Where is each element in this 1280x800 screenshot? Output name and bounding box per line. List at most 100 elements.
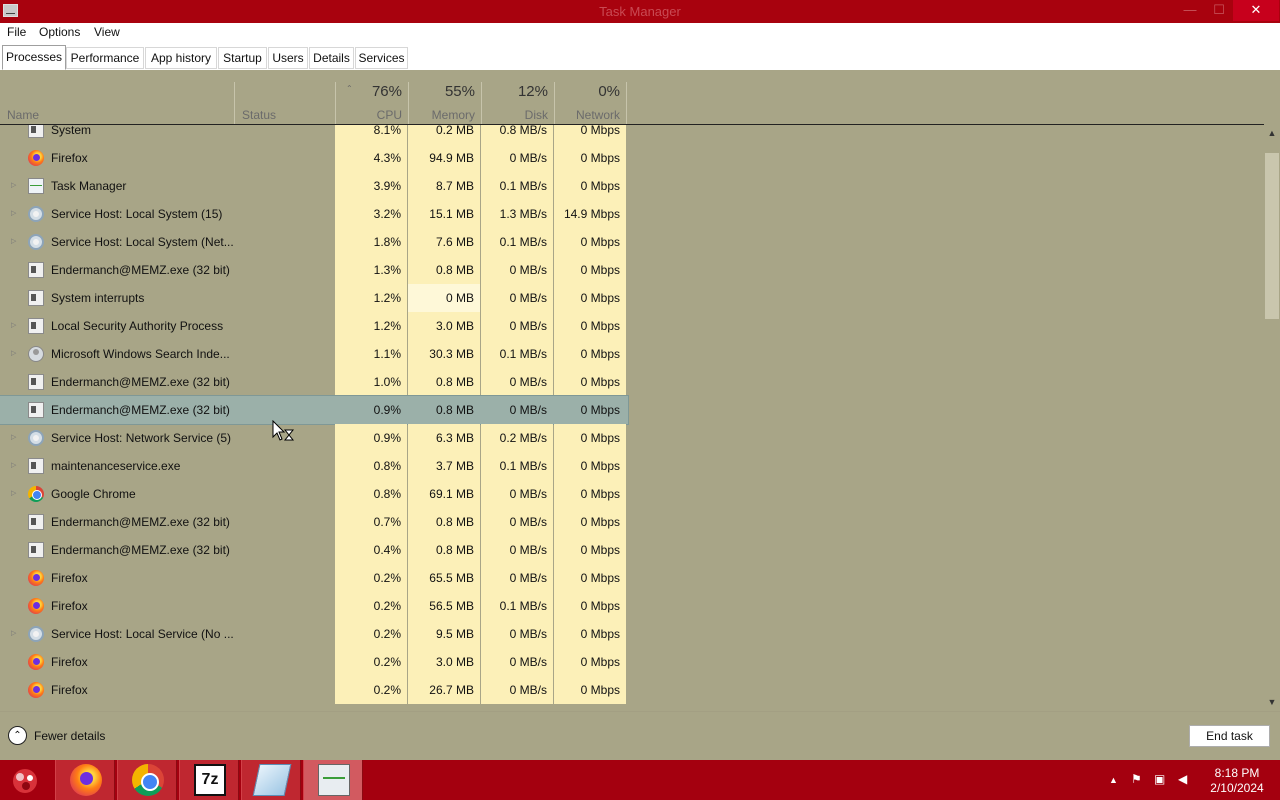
process-row[interactable]: Endermanch@MEMZ.exe (32 bit) 1.0% 0.8 MB 0 … <box>0 368 628 396</box>
chevron-up-icon[interactable]: ⌃ <box>8 726 27 745</box>
tab-processes[interactable]: Processes <box>2 45 66 70</box>
taskbar-7zip-button[interactable]: 7z <box>179 760 239 800</box>
tray-chevron-up-icon[interactable]: ▲ <box>1109 775 1118 785</box>
process-row[interactable]: Firefox 0.2% 65.5 MB 0 MB/s 0 Mbps <box>0 564 628 592</box>
memory-value: 3.0 MB <box>408 312 480 340</box>
process-row[interactable]: Endermanch@MEMZ.exe (32 bit) 0.4% 0.8 MB 0 … <box>0 536 628 564</box>
expand-arrow-icon[interactable]: ▷ <box>11 340 21 368</box>
disk-value: 0 MB/s <box>481 536 553 564</box>
process-row[interactable]: Firefox 0.2% 3.0 MB 0 MB/s 0 Mbps <box>0 648 628 676</box>
start-button-icon[interactable] <box>8 766 42 796</box>
expand-arrow-icon[interactable]: ▷ <box>11 312 21 340</box>
scroll-thumb[interactable] <box>1265 153 1279 319</box>
process-row[interactable]: ▷ Microsoft Windows Search Inde... 1.1% 30.… <box>0 340 628 368</box>
action-center-flag-icon[interactable]: ⚑ <box>1131 772 1142 786</box>
network-value: 0 Mbps <box>554 424 626 452</box>
taskbar-notepad-button[interactable] <box>241 760 301 800</box>
cpu-value: 1.1% <box>335 340 407 368</box>
end-task-button[interactable]: End task <box>1189 725 1270 747</box>
column-status[interactable]: Status <box>234 82 335 124</box>
gear-icon <box>28 626 44 642</box>
cpu-value: 1.3% <box>335 256 407 284</box>
taskbar-task-manager-button[interactable] <box>303 760 363 800</box>
process-row[interactable]: Endermanch@MEMZ.exe (32 bit) 0.9% 0.8 MB 0 … <box>0 395 629 425</box>
maximize-button[interactable]: ☐ <box>1205 0 1233 21</box>
vertical-scrollbar[interactable]: ▲ ▼ <box>1264 125 1280 711</box>
process-row[interactable]: Endermanch@MEMZ.exe (32 bit) 1.3% 0.8 MB 0 … <box>0 256 628 284</box>
volume-muted-icon[interactable]: ◀ <box>1178 772 1187 786</box>
process-name: Service Host: Local System (Net... <box>51 235 234 249</box>
process-row[interactable]: ▷ Google Chrome 0.8% 69.1 MB 0 MB/s 0 Mbps <box>0 480 628 508</box>
memory-value: 0.8 MB <box>408 368 480 396</box>
tab-startup[interactable]: Startup <box>218 47 267 69</box>
expand-arrow-icon[interactable]: ▷ <box>11 228 21 256</box>
tab-details[interactable]: Details <box>309 47 354 69</box>
memory-value: 0.8 MB <box>408 256 480 284</box>
clock[interactable]: 8:18 PM 2/10/2024 <box>1202 766 1272 796</box>
disk-value: 0 MB/s <box>481 564 553 592</box>
column-memory[interactable]: 55% Memory <box>408 82 481 124</box>
scroll-up-arrow-icon[interactable]: ▲ <box>1264 125 1280 142</box>
menu-view[interactable]: View <box>94 25 120 39</box>
column-network[interactable]: 0% Network <box>554 82 627 124</box>
scroll-down-arrow-icon[interactable]: ▼ <box>1264 694 1280 711</box>
cpu-column-label: CPU <box>376 108 402 122</box>
process-row[interactable]: ▷ Service Host: Network Service (5) 0.9% 6.… <box>0 424 628 452</box>
expand-arrow-icon[interactable]: ▷ <box>11 172 21 200</box>
notepad-icon <box>252 764 292 796</box>
expand-arrow-icon[interactable]: ▷ <box>11 424 21 452</box>
process-row[interactable]: System interrupts 1.2% 0 MB 0 MB/s 0 Mbps <box>0 284 628 312</box>
cpu-value: 1.2% <box>335 312 407 340</box>
network-value: 0 Mbps <box>554 620 626 648</box>
disk-value: 0 MB/s <box>481 368 553 396</box>
column-cpu[interactable]: ⌃ 76% CPU <box>335 82 408 124</box>
disk-value: 0.8 MB/s <box>481 125 553 144</box>
menu-options[interactable]: Options <box>39 25 80 39</box>
cpu-value: 3.2% <box>335 200 407 228</box>
process-row[interactable]: ▷ Service Host: Local System (15) 3.2% 15.1… <box>0 200 628 228</box>
cpu-value: 0.4% <box>335 536 407 564</box>
process-name: Firefox <box>51 151 88 165</box>
process-row[interactable]: ▷ Service Host: Local Service (No ... 0.2%… <box>0 620 628 648</box>
memory-value: 94.9 MB <box>408 144 480 172</box>
network-value: 0 Mbps <box>554 256 626 284</box>
column-disk[interactable]: 12% Disk <box>481 82 554 124</box>
disk-value: 0.1 MB/s <box>481 172 553 200</box>
tab-performance[interactable]: Performance <box>66 47 144 69</box>
process-name: Endermanch@MEMZ.exe (32 bit) <box>51 515 230 529</box>
memory-value: 0.8 MB <box>408 396 480 424</box>
process-name: Firefox <box>51 599 88 613</box>
network-value: 0 Mbps <box>554 536 626 564</box>
process-row[interactable]: System 8.1% 0.2 MB 0.8 MB/s 0 Mbps <box>0 125 628 144</box>
process-row[interactable]: Firefox 0.2% 56.5 MB 0.1 MB/s 0 Mbps <box>0 592 628 620</box>
expand-arrow-icon[interactable]: ▷ <box>11 200 21 228</box>
fewer-details-link[interactable]: Fewer details <box>34 729 105 743</box>
tab-app-history[interactable]: App history <box>145 47 217 69</box>
process-row[interactable]: ▷ maintenanceservice.exe 0.8% 3.7 MB 0.1 MB/… <box>0 452 628 480</box>
close-button[interactable]: ✕ <box>1233 0 1279 21</box>
menu-file[interactable]: File <box>7 25 26 39</box>
process-row[interactable]: Firefox 0.2% 26.7 MB 0 MB/s 0 Mbps <box>0 676 628 704</box>
taskbar-firefox-button[interactable] <box>55 760 115 800</box>
cpu-value: 0.8% <box>335 452 407 480</box>
minimize-button[interactable]: — <box>1176 0 1204 21</box>
column-name[interactable]: Name <box>0 82 235 124</box>
expand-arrow-icon[interactable]: ▷ <box>11 480 21 508</box>
firefox-icon <box>28 654 44 670</box>
network-icon[interactable]: ▣ <box>1154 772 1165 786</box>
window-icon <box>28 542 44 558</box>
process-row[interactable]: Firefox 4.3% 94.9 MB 0 MB/s 0 Mbps <box>0 144 628 172</box>
process-row[interactable]: ▷ Service Host: Local System (Net... 1.8% 7… <box>0 228 628 256</box>
expand-arrow-icon[interactable]: ▷ <box>11 452 21 480</box>
tab-services[interactable]: Services <box>355 47 408 69</box>
process-row[interactable]: ▷ Task Manager 3.9% 8.7 MB 0.1 MB/s 0 Mbps <box>0 172 628 200</box>
network-value: 0 Mbps <box>554 480 626 508</box>
process-row[interactable]: ▷ Local Security Authority Process 1.2% 3.0… <box>0 312 628 340</box>
process-name: Firefox <box>51 655 88 669</box>
expand-arrow-icon[interactable]: ▷ <box>11 620 21 648</box>
disk-value: 0.2 MB/s <box>481 424 553 452</box>
tab-users[interactable]: Users <box>268 47 308 69</box>
firefox-icon <box>28 150 44 166</box>
process-row[interactable]: Endermanch@MEMZ.exe (32 bit) 0.7% 0.8 MB 0 … <box>0 508 628 536</box>
taskbar-chrome-button[interactable] <box>117 760 177 800</box>
